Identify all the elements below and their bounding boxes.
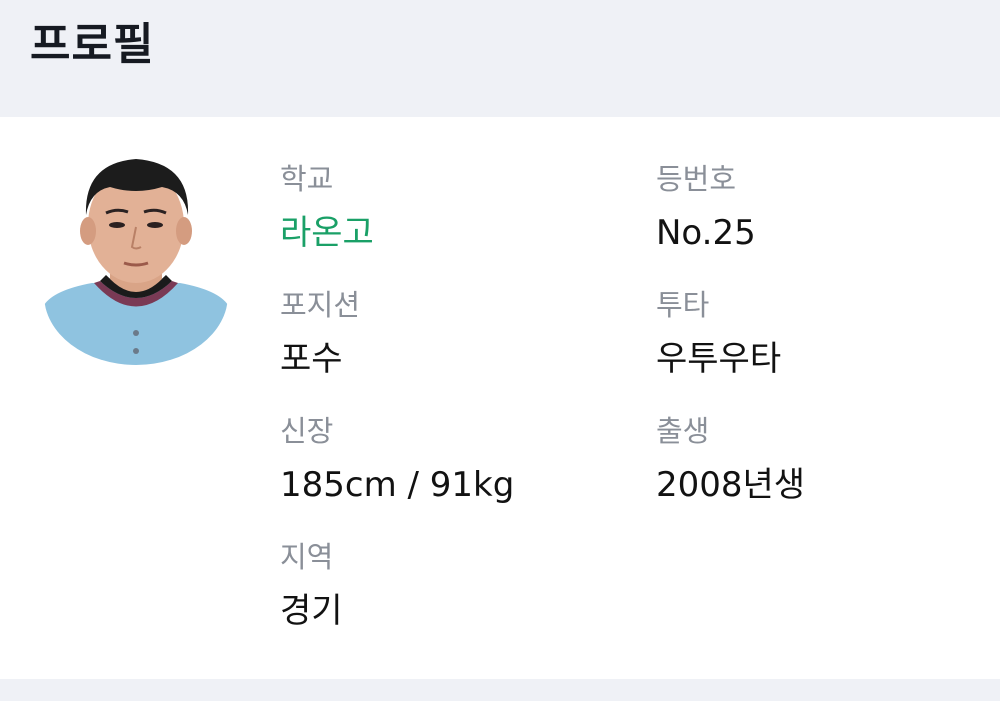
birth-field: 출생 2008년생	[656, 413, 805, 505]
position-field: 포지션 포수	[280, 287, 360, 379]
position-label: 포지션	[280, 288, 361, 322]
school-field: 학교 라온고	[280, 161, 374, 253]
throw-bat-label: 투타	[656, 288, 710, 322]
body-label: 신장	[280, 414, 334, 448]
region-field: 지역 경기	[280, 539, 343, 631]
number-label: 등번호	[656, 162, 737, 196]
profile-card: 학교 라온고 등번호 No.25 포지션 포수 투타 우투우타 신장 185cm…	[0, 117, 1000, 679]
profile-header: 프로필	[0, 0, 1000, 117]
player-photo	[44, 155, 228, 365]
page-title: 프로필	[30, 19, 155, 70]
birth-value: 2008년생	[656, 465, 806, 505]
throw-bat-field: 투타 우투우타	[656, 287, 781, 379]
body-field: 신장 185cm / 91kg	[280, 413, 514, 505]
throw-bat-value: 우투우타	[656, 339, 782, 379]
number-value: No.25	[656, 213, 756, 253]
number-field: 등번호 No.25	[656, 161, 756, 253]
birth-label: 출생	[656, 414, 710, 448]
region-value: 경기	[280, 591, 343, 631]
section-divider	[0, 679, 1000, 701]
school-link[interactable]: 라온고	[280, 213, 374, 253]
region-label: 지역	[280, 540, 334, 574]
school-label: 학교	[280, 162, 334, 196]
body-value: 185cm / 91kg	[280, 465, 515, 505]
position-value: 포수	[280, 339, 343, 379]
